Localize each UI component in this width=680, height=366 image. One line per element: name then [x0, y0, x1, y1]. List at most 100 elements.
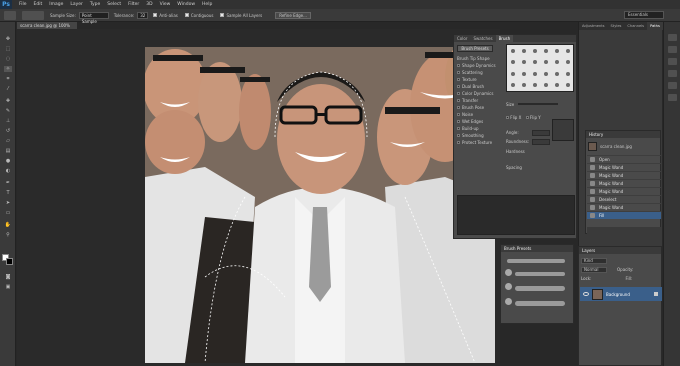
brush-tip[interactable] — [521, 71, 526, 76]
blur-tool-icon[interactable]: ● — [4, 158, 12, 164]
brush-tip[interactable] — [554, 71, 559, 76]
magic-wand-tool-icon[interactable]: ✧ — [4, 66, 12, 72]
panel-icon[interactable] — [668, 58, 677, 65]
flip-y-checkbox[interactable] — [525, 116, 529, 119]
marquee-tool-icon[interactable]: ⬚ — [4, 46, 12, 52]
brush-preset-stroke[interactable] — [507, 259, 565, 263]
history-item[interactable]: Magic Wand — [587, 179, 661, 187]
checkbox[interactable] — [457, 63, 460, 67]
brush-tip[interactable] — [532, 60, 537, 65]
history-item[interactable]: Magic Wand — [587, 171, 661, 179]
brush-preset-stroke[interactable] — [515, 286, 565, 291]
angle-input[interactable] — [532, 130, 550, 136]
option-wet-edges[interactable]: Wet Edges — [457, 118, 503, 124]
menu-help[interactable]: Help — [202, 2, 212, 7]
brush-tip[interactable] — [521, 83, 526, 88]
brush-tip[interactable] — [510, 71, 515, 76]
hand-tool-icon[interactable]: ✋ — [4, 222, 12, 228]
move-tool-icon[interactable]: ✥ — [4, 36, 12, 42]
refine-edge-button[interactable]: Refine Edge... — [275, 11, 311, 19]
history-item-selected[interactable]: Fill — [587, 211, 661, 219]
menu-image[interactable]: Image — [49, 2, 63, 7]
brush-tip[interactable] — [543, 71, 548, 76]
brush-tool-icon[interactable]: ✎ — [4, 108, 12, 114]
menu-layer[interactable]: Layer — [70, 2, 83, 7]
contiguous-checkbox[interactable] — [184, 13, 189, 17]
tab-color[interactable]: Color — [454, 35, 470, 42]
option-texture[interactable]: Texture — [457, 76, 503, 82]
brush-tip[interactable] — [543, 60, 548, 65]
shape-tool-icon[interactable]: ▭ — [4, 210, 12, 216]
menu-window[interactable]: Window — [177, 2, 195, 7]
gradient-tool-icon[interactable]: ▤ — [4, 148, 12, 154]
menu-edit[interactable]: Edit — [34, 2, 43, 7]
panel-icon[interactable] — [668, 70, 677, 77]
brush-tip[interactable] — [543, 48, 548, 53]
option-scattering[interactable]: Scattering — [457, 69, 503, 75]
checkbox[interactable] — [457, 126, 460, 130]
healing-brush-tool-icon[interactable]: ✚ — [4, 98, 12, 104]
tab-paths[interactable]: Paths — [647, 22, 663, 30]
checkbox[interactable] — [457, 119, 460, 123]
brush-angle-preview[interactable] — [552, 119, 574, 141]
brush-tip[interactable] — [521, 48, 526, 53]
panel-icon[interactable] — [668, 82, 677, 89]
brush-tip[interactable] — [565, 60, 570, 65]
option-dual-brush[interactable]: Dual Brush — [457, 83, 503, 89]
history-item[interactable]: Open — [587, 155, 661, 163]
brush-tip[interactable] — [510, 60, 515, 65]
tab-channels[interactable]: Channels — [624, 22, 647, 30]
menu-type[interactable]: Type — [90, 2, 100, 7]
brush-tip[interactable] — [521, 60, 526, 65]
layer-row-background[interactable]: Background — [580, 287, 662, 301]
checkbox[interactable] — [457, 98, 460, 102]
pen-tool-icon[interactable]: ✒ — [4, 180, 12, 186]
sample-all-checkbox[interactable] — [220, 13, 225, 17]
tab-brush[interactable]: Brush — [495, 35, 514, 42]
menu-select[interactable]: Select — [107, 2, 121, 7]
menu-file[interactable]: File — [19, 2, 27, 7]
checkbox[interactable] — [457, 84, 460, 88]
option-smoothing[interactable]: Smoothing — [457, 132, 503, 138]
brush-tip[interactable] — [510, 83, 515, 88]
eyedropper-tool-icon[interactable]: ⁄ — [4, 86, 12, 92]
document-image[interactable] — [145, 47, 495, 363]
checkbox[interactable] — [457, 105, 460, 109]
brush-presets-button[interactable]: Brush Presets — [457, 45, 493, 52]
panel-icon[interactable] — [668, 94, 677, 101]
option-noise[interactable]: Noise — [457, 111, 503, 117]
history-brush-tool-icon[interactable]: ↺ — [4, 128, 12, 134]
size-slider[interactable] — [518, 103, 558, 105]
flip-x-checkbox[interactable] — [506, 116, 509, 119]
brush-presets-title[interactable]: Brush Presets — [501, 245, 573, 252]
brush-tip[interactable] — [554, 48, 559, 53]
blend-mode-select[interactable]: Normal — [581, 266, 607, 273]
background-color-swatch[interactable] — [6, 258, 13, 265]
sample-size-select[interactable]: Point Sample — [78, 11, 109, 24]
option-protect-texture[interactable]: Protect Texture — [457, 139, 503, 145]
workspace-select[interactable]: Essentials — [624, 11, 664, 19]
tolerance-input[interactable]: 32 — [137, 11, 149, 19]
layers-title[interactable]: Layers — [579, 247, 661, 254]
checkbox[interactable] — [457, 140, 460, 144]
roundness-input[interactable] — [532, 139, 550, 145]
brush-tip[interactable] — [532, 83, 537, 88]
tab-adjustments[interactable]: Adjustments — [579, 22, 608, 30]
checkbox[interactable] — [457, 91, 460, 95]
panel-icon[interactable] — [668, 46, 677, 53]
lasso-tool-icon[interactable]: ◌ — [4, 56, 12, 62]
brush-tip[interactable] — [554, 83, 559, 88]
history-title[interactable]: History — [586, 131, 660, 138]
option-brush-tip-shape[interactable]: Brush Tip Shape — [457, 55, 503, 61]
tab-swatches[interactable]: Swatches — [470, 35, 495, 42]
screen-mode-icon[interactable]: ▣ — [4, 284, 12, 290]
crop-tool-icon[interactable]: ⌗ — [4, 76, 12, 82]
checkbox[interactable] — [457, 70, 460, 74]
brush-preset-stroke[interactable] — [515, 301, 565, 306]
option-transfer[interactable]: Transfer — [457, 97, 503, 103]
history-item[interactable]: Magic Wand — [587, 187, 661, 195]
option-color-dynamics[interactable]: Color Dynamics — [457, 90, 503, 96]
brush-preset-tip[interactable] — [505, 283, 512, 290]
history-item[interactable]: Magic Wand — [587, 163, 661, 171]
option-shape-dynamics[interactable]: Shape Dynamics — [457, 62, 503, 68]
